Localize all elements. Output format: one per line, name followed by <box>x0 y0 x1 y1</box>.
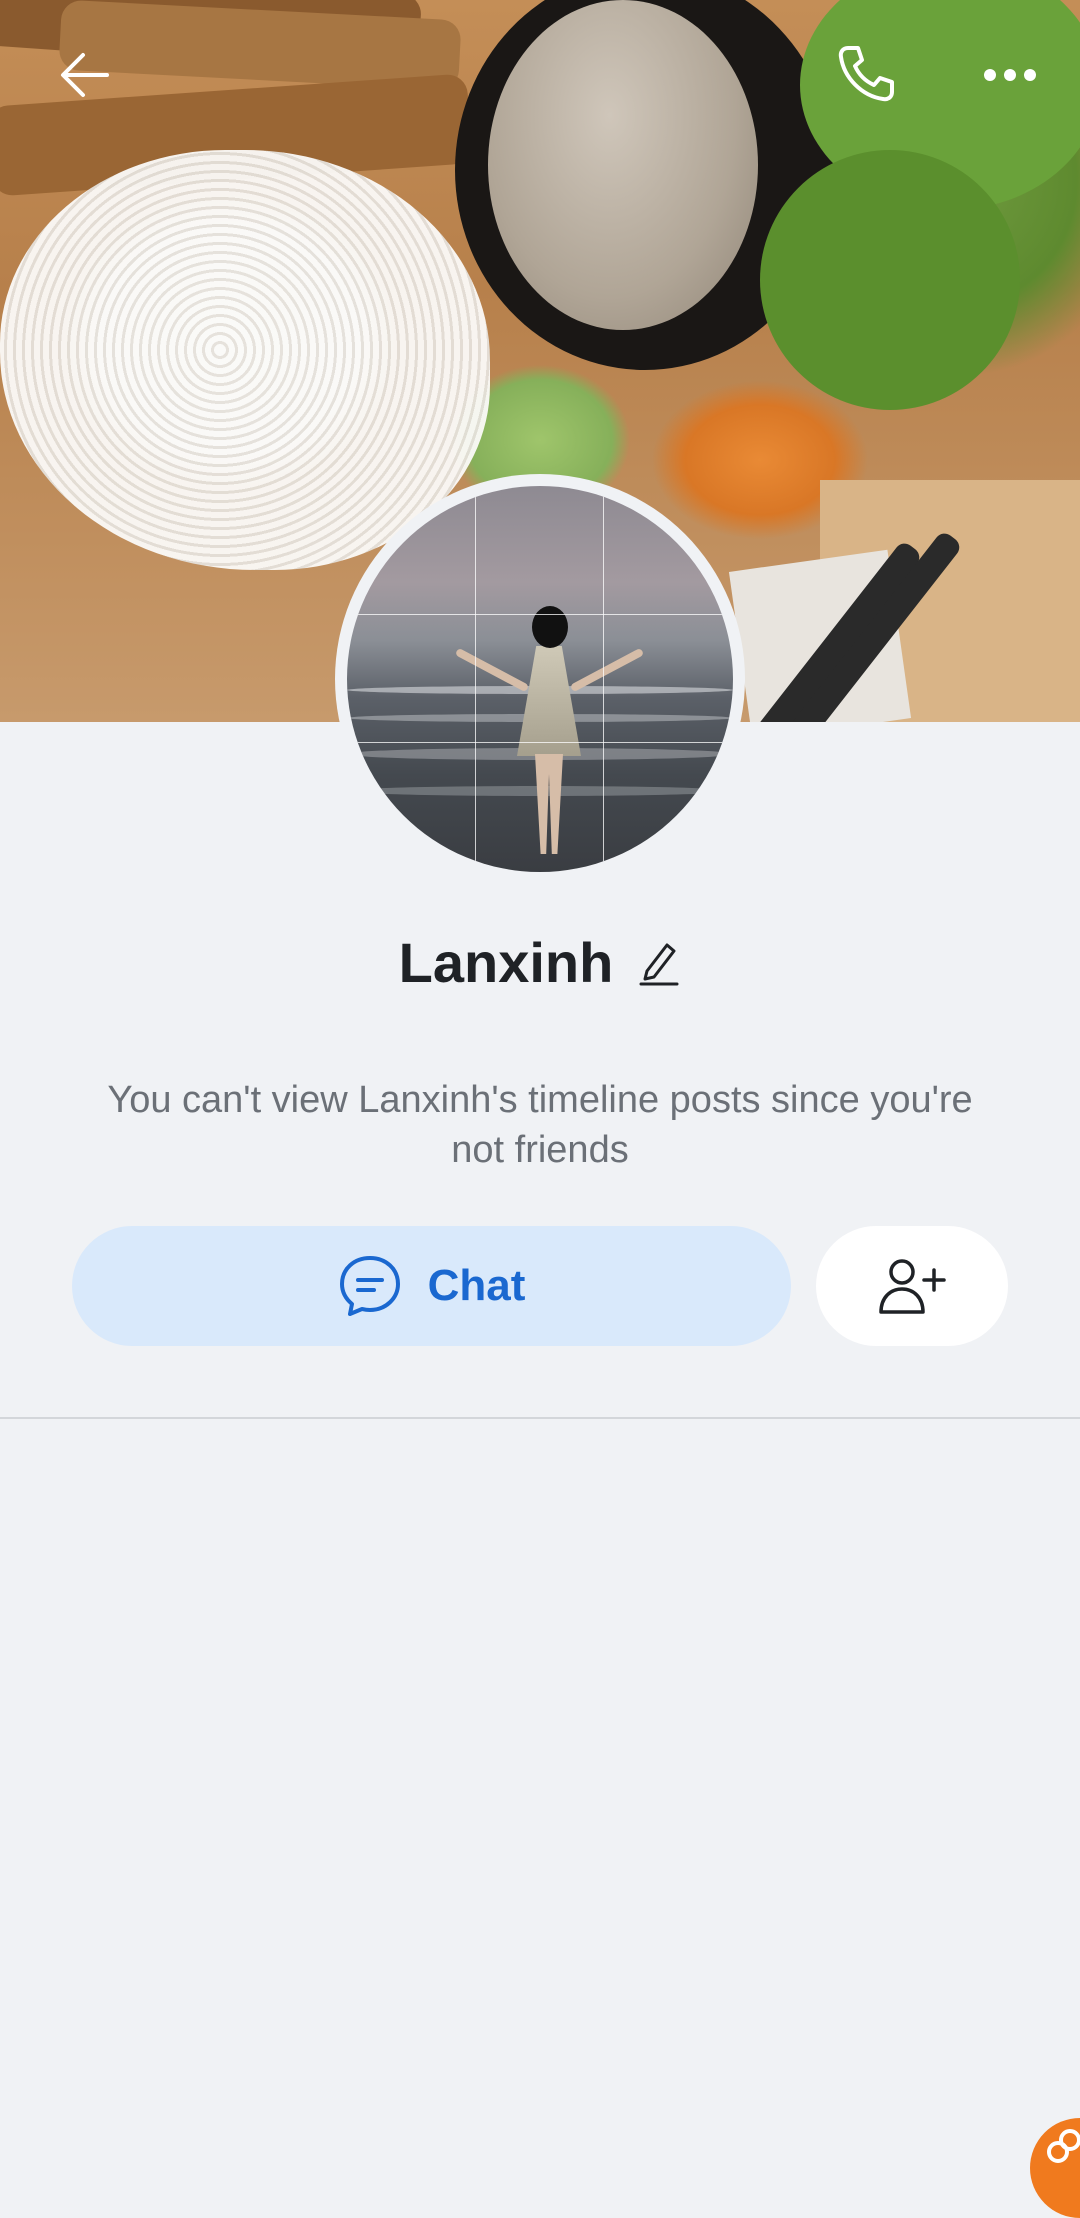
call-button[interactable] <box>826 34 906 114</box>
chat-button[interactable]: Chat <box>72 1226 791 1346</box>
pencil-icon[interactable] <box>637 939 681 987</box>
phone-icon <box>838 46 894 102</box>
profile-name-row: Lanxinh <box>0 930 1080 995</box>
floating-assistant-button[interactable] <box>1030 2118 1080 2218</box>
chat-bubble-icon <box>339 1256 400 1316</box>
chat-button-label: Chat <box>427 1261 526 1310</box>
avatar[interactable] <box>347 486 733 872</box>
timeline-restriction-notice: You can't view Lanxinh's timeline posts … <box>107 1079 973 1171</box>
more-options-button[interactable] <box>970 40 1050 110</box>
more-horizontal-icon <box>984 69 1036 81</box>
profile-name: Lanxinh <box>398 931 614 994</box>
arrow-left-icon <box>61 53 109 97</box>
back-button[interactable] <box>40 40 130 110</box>
section-divider <box>0 1417 1080 1419</box>
add-friend-button[interactable] <box>816 1226 1008 1346</box>
add-friend-icon <box>879 1259 946 1314</box>
